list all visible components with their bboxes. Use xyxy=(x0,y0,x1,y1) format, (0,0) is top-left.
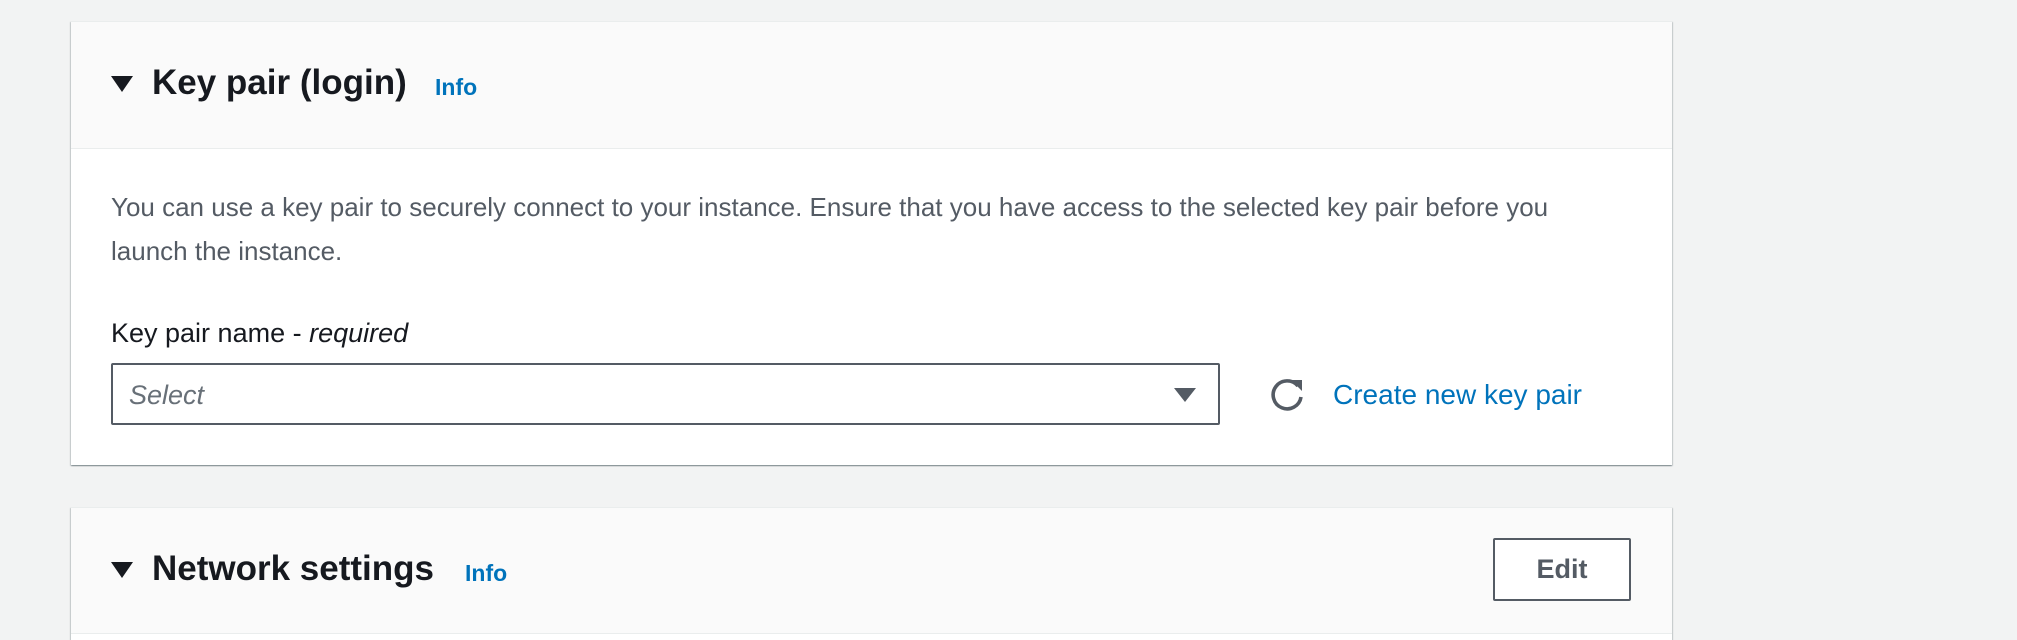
refresh-icon[interactable] xyxy=(1267,375,1307,415)
key-pair-panel-header: Key pair (login) Info xyxy=(71,22,1672,149)
edit-button[interactable]: Edit xyxy=(1493,538,1631,601)
key-pair-name-label-text: Key pair name - xyxy=(111,318,310,348)
collapse-caret-icon[interactable] xyxy=(111,562,133,578)
key-pair-select-placeholder: Select xyxy=(129,380,205,410)
refresh-icon-graphic xyxy=(1271,379,1303,411)
network-settings-panel-header: Network settings Info Edit xyxy=(71,508,1672,634)
key-pair-panel: Key pair (login) Info You can use a key … xyxy=(71,21,1672,465)
required-marker: required xyxy=(309,318,409,348)
key-pair-select[interactable]: Select xyxy=(111,363,1220,425)
caret-down-icon xyxy=(1174,388,1196,402)
collapse-caret-icon[interactable] xyxy=(111,76,133,92)
network-settings-info-link[interactable]: Info xyxy=(465,558,507,588)
key-pair-info-link[interactable]: Info xyxy=(435,72,477,102)
create-new-key-pair-link[interactable]: Create new key pair xyxy=(1333,377,1582,413)
key-pair-description: You can use a key pair to securely conne… xyxy=(111,192,1549,266)
key-pair-title[interactable]: Key pair (login) xyxy=(152,60,407,106)
network-settings-panel: Network settings Info Edit xyxy=(71,507,1672,640)
network-settings-title[interactable]: Network settings xyxy=(152,546,434,592)
key-pair-name-label: Key pair name - required xyxy=(111,315,408,351)
